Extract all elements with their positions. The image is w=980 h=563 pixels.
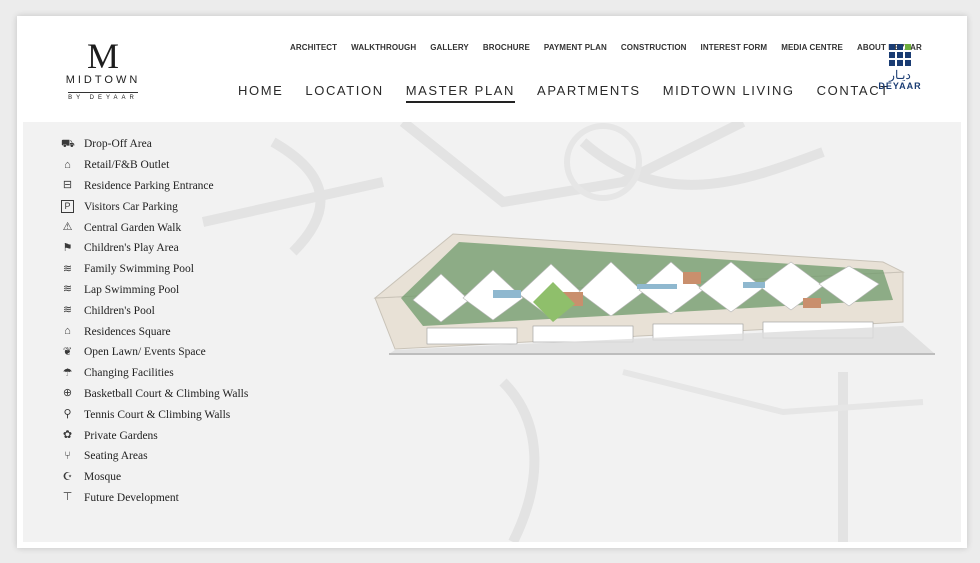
legend-label: Open Lawn/ Events Space [84,346,206,359]
leaf-icon: ❦ [62,345,73,358]
waves-icon: ≋ [62,304,73,317]
waves-icon: ≋ [62,283,73,296]
nav-midtown-living[interactable]: MIDTOWN LIVING [663,83,795,103]
page-frame: M MIDTOWN BY DEYAAR ARCHITECT WALKTHROUG… [17,16,967,548]
parking-icon: P [61,200,74,214]
legend-item[interactable]: ⊕ Basketball Court & Climbing Walls [61,384,281,405]
legend-label: Visitors Car Parking [84,200,178,213]
basketball-icon: ⊕ [62,387,73,400]
tree-icon: ⚠ [62,221,73,234]
legend-label: Central Garden Walk [84,221,182,234]
running-child-icon: ⚑ [62,241,73,254]
legend-item[interactable]: ≋ Children's Pool [61,300,281,321]
deyaar-grid-icon [889,44,911,66]
car-icon: ⛟ [61,137,75,150]
legend-label: Family Swimming Pool [84,263,194,276]
legend-item[interactable]: ☪ Mosque [61,467,281,488]
deyaar-logo[interactable]: ديـار DEYAAR [873,44,927,100]
legend-label: Children's Play Area [84,242,179,255]
legend-label: Lap Swimming Pool [84,283,180,296]
legend-label: Residence Parking Entrance [84,179,214,192]
legend-item[interactable]: ⑂ Seating Areas [61,446,281,467]
legend-item[interactable]: ❦ Open Lawn/ Events Space [61,342,281,363]
midtown-logo[interactable]: M MIDTOWN BY DEYAAR [55,36,151,110]
legend-label: Children's Pool [84,304,155,317]
nav-master-plan[interactable]: MASTER PLAN [405,83,516,103]
top-nav-interest-form[interactable]: INTEREST FORM [701,43,768,52]
barrier-icon: ⊟ [62,179,73,192]
legend-label: Residences Square [84,325,171,338]
legend-item[interactable]: ⚠ Central Garden Walk [61,217,281,238]
main-nav: HOME LOCATION MASTER PLAN APARTMENTS MID… [238,83,890,103]
legend-item[interactable]: ≋ Family Swimming Pool [61,259,281,280]
nav-home[interactable]: HOME [238,83,283,103]
legend-label: Drop-Off Area [84,138,152,151]
legend-label: Changing Facilities [84,367,174,380]
top-nav-walkthrough[interactable]: WALKTHROUGH [351,43,416,52]
legend-item[interactable]: ☂ Changing Facilities [61,363,281,384]
logo-sub: BY DEYAAR [68,92,138,101]
legend-item[interactable]: ⚑ Children's Play Area [61,238,281,259]
shower-icon: ☂ [62,366,73,379]
legend-item[interactable]: ⌂ Residences Square [61,321,281,342]
crescent-icon: ☪ [62,470,73,483]
legend-item[interactable]: ⌂ Retail/F&B Outlet [61,155,281,176]
legend-label: Private Gardens [84,429,158,442]
bench-icon: ⑂ [64,449,71,462]
top-nav-architect[interactable]: ARCHITECT [290,43,337,52]
top-nav-media-centre[interactable]: MEDIA CENTRE [781,43,843,52]
legend-item[interactable]: ⛟ Drop-Off Area [61,134,281,155]
waves-icon: ≋ [62,262,73,275]
legend-item[interactable]: ⚲ Tennis Court & Climbing Walls [61,404,281,425]
crane-icon: ⊤ [62,491,73,504]
top-nav-payment-plan[interactable]: PAYMENT PLAN [544,43,607,52]
top-nav-brochure[interactable]: BROCHURE [483,43,530,52]
logo-mark: M [86,36,119,76]
shopping-bag-icon: ⌂ [64,158,71,171]
legend-item[interactable]: P Visitors Car Parking [61,196,281,217]
logo-word: MIDTOWN [65,74,141,86]
nav-location[interactable]: LOCATION [305,83,383,103]
flower-icon: ✿ [62,429,73,442]
tennis-racket-icon: ⚲ [63,408,72,421]
legend-item[interactable]: ⊟ Residence Parking Entrance [61,176,281,197]
legend: ⛟ Drop-Off Area ⌂ Retail/F&B Outlet ⊟ Re… [61,134,281,508]
legend-item[interactable]: ⊤ Future Development [61,488,281,509]
legend-item[interactable]: ≋ Lap Swimming Pool [61,280,281,301]
legend-label: Tennis Court & Climbing Walls [84,408,231,421]
nav-apartments[interactable]: APARTMENTS [537,83,641,103]
house-icon: ⌂ [64,325,71,338]
deyaar-name: DEYAAR [878,81,922,91]
legend-label: Retail/F&B Outlet [84,159,170,172]
legend-label: Future Development [84,491,179,504]
master-plan-map: ⛟ Drop-Off Area ⌂ Retail/F&B Outlet ⊟ Re… [23,122,961,542]
legend-label: Basketball Court & Climbing Walls [84,387,249,400]
legend-label: Seating Areas [84,450,148,463]
legend-label: Mosque [84,471,122,484]
top-nav-gallery[interactable]: GALLERY [430,43,469,52]
top-nav-construction[interactable]: CONSTRUCTION [621,43,687,52]
top-nav: ARCHITECT WALKTHROUGH GALLERY BROCHURE P… [290,43,922,52]
legend-item[interactable]: ✿ Private Gardens [61,425,281,446]
deyaar-arabic: ديـار [889,68,911,82]
